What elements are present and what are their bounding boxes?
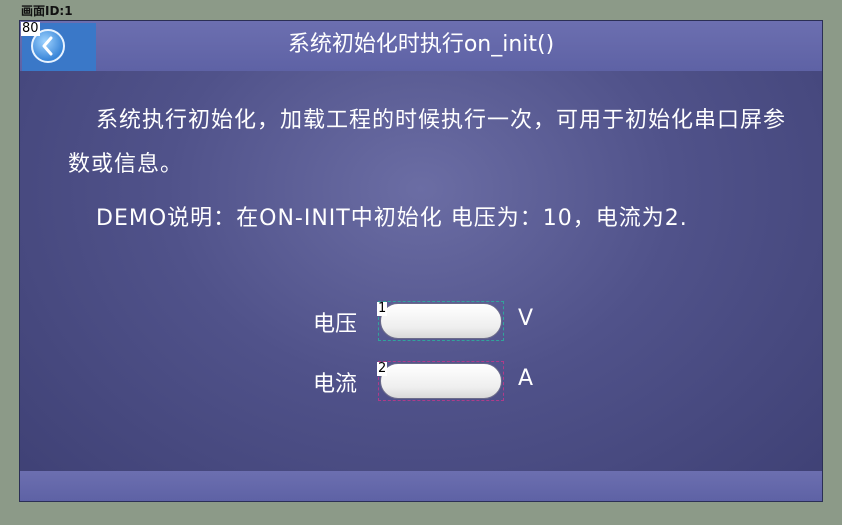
hmi-screen: 系统初始化时执行on_init() 80 系统执行初始化，加载工程的时候执行一次… bbox=[19, 20, 823, 502]
voltage-input[interactable] bbox=[380, 303, 502, 339]
current-unit: A bbox=[518, 366, 534, 391]
current-widget-id: 2 bbox=[377, 361, 388, 376]
voltage-widget-id: 1 bbox=[377, 301, 388, 316]
bottom-bar bbox=[20, 471, 822, 501]
page-title: 系统初始化时执行on_init() bbox=[287, 32, 555, 57]
current-input[interactable] bbox=[380, 363, 502, 399]
voltage-unit: V bbox=[518, 306, 534, 331]
voltage-label: 电压 bbox=[313, 312, 358, 337]
current-label: 电流 bbox=[313, 372, 358, 397]
demo-description: DEMO说明：在ON-INIT中初始化 电压为：10，电流为2. bbox=[96, 206, 688, 231]
page-id-label: 画面ID:1 bbox=[21, 4, 73, 18]
description-paragraph: 系统执行初始化，加载工程的时候执行一次，可用于初始化串口屏参数或信息。 bbox=[68, 108, 787, 177]
title-bar: 系统初始化时执行on_init() 80 bbox=[20, 21, 822, 71]
back-button-widget-id: 80 bbox=[21, 21, 40, 36]
